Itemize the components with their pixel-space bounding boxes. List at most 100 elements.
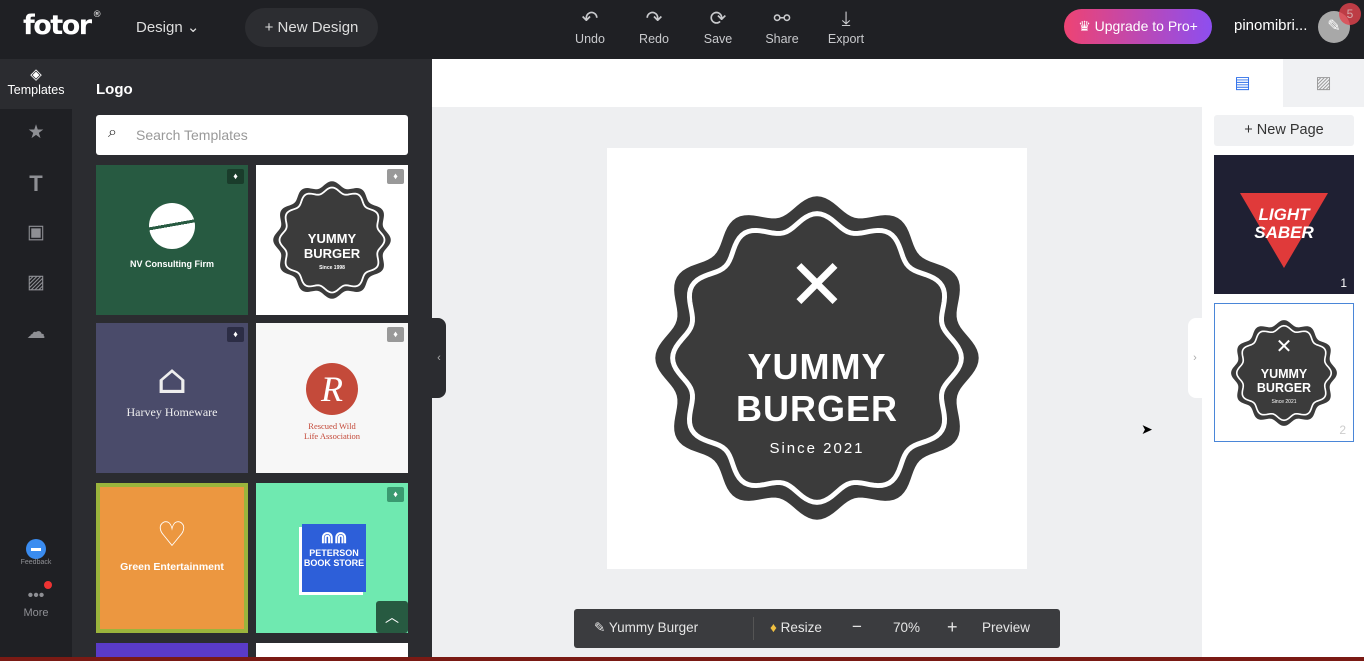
- save-button[interactable]: ⟳ Save: [693, 8, 743, 46]
- templates-label: Templates: [7, 83, 65, 97]
- fox-icon: ♡: [156, 516, 188, 554]
- design-canvas[interactable]: ✕ YUMMY BURGER Since 2021: [607, 148, 1027, 569]
- more-dot: [44, 581, 52, 589]
- template-text: Since 1998: [319, 265, 345, 271]
- canvas-toolbar-strip: [432, 59, 1202, 107]
- feedback-button[interactable]: ▬ Feedback: [0, 539, 72, 566]
- resize-button[interactable]: ♦ Resize: [770, 620, 822, 635]
- template-text: NV Consulting Firm: [130, 259, 214, 269]
- image-icon: ▨: [1315, 73, 1332, 92]
- logo-mark: ®: [92, 10, 102, 20]
- redo-icon: ↷: [645, 8, 663, 30]
- chevron-down-icon: ⌄: [186, 19, 200, 36]
- collapse-panel-button[interactable]: ‹: [432, 318, 446, 398]
- more-button[interactable]: ••• More: [0, 581, 72, 619]
- layers-icon: ◈: [30, 66, 42, 83]
- book-icon: ⋒⋒ PETERSON BOOK STORE: [302, 524, 366, 592]
- fotor-logo[interactable]: fotor ®: [23, 10, 102, 41]
- upgrade-label: Upgrade to Pro+: [1094, 18, 1198, 34]
- design-name: Yummy Burger: [608, 620, 699, 635]
- tool-rail: ◈ Templates ★ T ▣ ▨ ☁ ▬ Feedback ••• More: [0, 59, 72, 657]
- notification-badge[interactable]: 5: [1339, 3, 1361, 25]
- upgrade-button[interactable]: ♛ Upgrade to Pro+: [1064, 9, 1212, 44]
- tab-images[interactable]: ▨: [1283, 59, 1364, 107]
- thumb-text: BURGER: [1256, 381, 1312, 395]
- badge-title-line2[interactable]: BURGER: [607, 388, 1027, 430]
- design-menu[interactable]: Design ⌄: [136, 18, 199, 36]
- thumb-text: YUMMY: [1260, 367, 1308, 381]
- search-input[interactable]: [136, 115, 396, 155]
- bottom-edge: [0, 657, 1364, 661]
- zoom-level: 70%: [893, 620, 921, 635]
- search-icon: ⌕: [108, 124, 117, 141]
- export-label: Export: [827, 32, 865, 46]
- template-text: Life Association: [304, 431, 360, 441]
- export-button[interactable]: ⤓ Export: [821, 8, 871, 46]
- sphere-logo-icon: [149, 203, 195, 249]
- text-icon[interactable]: T: [0, 171, 72, 197]
- badge-title-line1[interactable]: YUMMY: [607, 346, 1027, 388]
- rail-templates[interactable]: ◈ Templates: [0, 59, 72, 109]
- upload-cloud-icon[interactable]: ☁: [0, 321, 72, 344]
- bottom-bar: ✎ Yummy Burger ♦ Resize − 70% + Preview: [574, 609, 1060, 648]
- house-icon: ⌂: [156, 357, 188, 403]
- zoom-out-button[interactable]: −: [852, 617, 862, 637]
- template-card[interactable]: ♦ NV Consulting Firm: [96, 165, 248, 315]
- template-card[interactable]: ♦ R Rescued Wild Life Association: [256, 323, 408, 473]
- more-dots-icon: •••: [27, 587, 45, 604]
- template-text: BOOK STORE: [303, 558, 365, 568]
- background-icon[interactable]: ▨: [0, 271, 72, 294]
- thumb-text: Since 2021: [1271, 399, 1297, 405]
- template-card[interactable]: [256, 643, 408, 657]
- export-icon: ⤓: [841, 8, 851, 30]
- undo-icon: ↶: [581, 8, 599, 30]
- share-button[interactable]: ⚯ Share: [757, 8, 807, 46]
- share-icon: ⚯: [773, 8, 791, 30]
- username[interactable]: pinomibri...: [1234, 17, 1307, 34]
- template-text: BURGER: [303, 246, 361, 261]
- divider: [753, 617, 754, 640]
- fork-spoon-icon: ✕: [1275, 336, 1293, 358]
- premium-diamond-icon: ♦: [387, 327, 404, 342]
- r-monogram-icon: R: [306, 363, 358, 415]
- pages-panel: ▤ ▨ + New Page LIGHT SABER 1 ✕ YUMMY BUR…: [1202, 59, 1364, 657]
- pencil-icon: ✎: [594, 620, 606, 635]
- template-card[interactable]: ♦ YUMMY BURGER Since 1998: [256, 165, 408, 315]
- expand-right-panel-button[interactable]: ›: [1188, 318, 1202, 398]
- template-text: Rescued Wild: [308, 421, 356, 431]
- template-card[interactable]: ♦ ⌂ Harvey Homeware: [96, 323, 248, 473]
- logo-text: fotor: [23, 10, 92, 41]
- template-text: YUMMY: [307, 231, 357, 246]
- search-box[interactable]: ⌕: [96, 115, 408, 155]
- feedback-label: Feedback: [20, 559, 52, 566]
- star-icon[interactable]: ★: [0, 121, 72, 144]
- image-icon[interactable]: ▣: [0, 221, 72, 244]
- scroll-top-button[interactable]: ︿: [376, 601, 408, 633]
- tab-pages[interactable]: ▤: [1202, 59, 1283, 107]
- thumb-text: LIGHT: [1258, 205, 1310, 224]
- page-number: 2: [1339, 423, 1346, 437]
- rename-button[interactable]: ✎ Yummy Burger: [594, 620, 698, 636]
- template-card[interactable]: [96, 643, 248, 657]
- redo-label: Redo: [639, 32, 669, 46]
- template-card[interactable]: ♡ Green Entertainment: [96, 483, 248, 633]
- redo-button[interactable]: ↷ Redo: [629, 8, 679, 46]
- crown-icon: ♛: [1078, 18, 1091, 34]
- undo-button[interactable]: ↶ Undo: [565, 8, 615, 46]
- save-icon: ⟳: [709, 8, 727, 30]
- template-text: Green Entertainment: [120, 561, 224, 573]
- page-number: 1: [1340, 276, 1347, 290]
- top-bar: fotor ® Design ⌄ + New Design ↶ Undo ↷ Redo…: [0, 0, 1364, 59]
- new-design-button[interactable]: + New Design: [245, 8, 378, 47]
- template-text: PETERSON: [309, 548, 359, 558]
- page-thumbnail-1[interactable]: LIGHT SABER 1: [1214, 155, 1354, 294]
- page-thumbnail-2[interactable]: ✕ YUMMY BURGER Since 2021 2: [1214, 303, 1354, 442]
- resize-label: Resize: [780, 620, 822, 635]
- badge-subtitle[interactable]: Since 2021: [607, 440, 1027, 457]
- more-label: More: [23, 607, 49, 619]
- panel-title: Logo: [96, 81, 133, 98]
- preview-button[interactable]: Preview: [982, 620, 1030, 635]
- new-page-button[interactable]: + New Page: [1214, 115, 1354, 146]
- design-label: Design: [136, 19, 183, 36]
- zoom-in-button[interactable]: +: [947, 617, 958, 638]
